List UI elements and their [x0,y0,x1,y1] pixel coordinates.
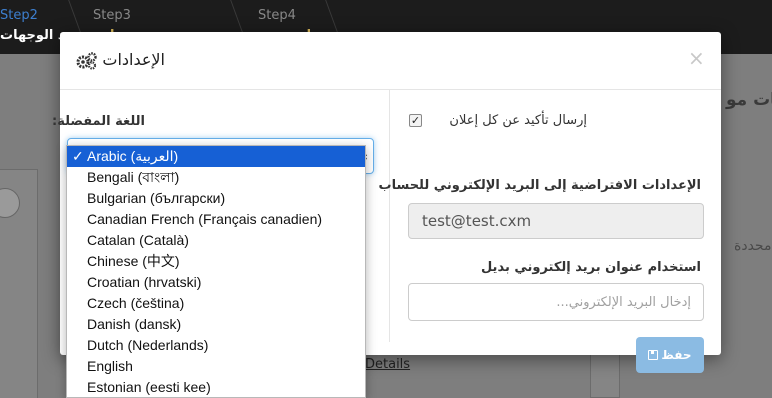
language-option-estonian[interactable]: Estonian (eesti kee) [67,377,365,397]
save-icon [648,350,659,360]
default-email-label: الإعدادات الافتراضية إلى البريد الإلكترو… [378,178,701,193]
option-label: Arabic (العربية) [87,148,179,164]
language-dropdown-list: ✓ Arabic (العربية) Bengali (বাংলা) Bulgar… [66,145,366,398]
save-button[interactable]: حفظ [636,337,704,373]
alt-email-label: استخدام عنوان بريد إلكتروني بديل [480,260,701,275]
language-option-bulgarian[interactable]: Bulgarian (български) [67,188,365,209]
modal-title: الإعدادات [102,50,165,69]
language-option-english[interactable]: English [67,356,365,377]
language-option-chinese[interactable]: Chinese (中文) [67,251,365,272]
close-button[interactable]: × [688,48,705,68]
email-settings-column: ✓ إرسال تأكيد عن كل إعلان الإعدادات الاف… [379,90,721,373]
language-option-arabic[interactable]: ✓ Arabic (العربية) [67,146,365,167]
language-option-croatian[interactable]: Croatian (hrvatski) [67,272,365,293]
step-4[interactable]: Step4 [258,8,296,23]
background-details-link: Details [365,357,411,372]
language-option-czech[interactable]: Czech (čeština) [67,293,365,314]
language-label: :اللغة المفضلة [51,114,145,129]
gears-icon [76,52,97,70]
language-option-dutch[interactable]: Dutch (Nederlands) [67,335,365,356]
language-option-danish[interactable]: Danish (dansk) [67,314,365,335]
language-option-bengali[interactable]: Bengali (বাংলা) [67,167,365,188]
confirm-label: إرسال تأكيد عن كل إعلان [449,113,587,128]
check-icon: ✓ [72,148,84,164]
step-3[interactable]: Step3 [93,8,131,23]
alt-email-input[interactable] [408,283,704,321]
default-email-field: test@test.cxm [408,203,704,239]
confirm-row[interactable]: ✓ إرسال تأكيد عن كل إعلان [409,113,587,131]
step-2[interactable]: Step2 [0,8,38,23]
background-section-subtitle: محددة [734,238,772,254]
language-option-catalan[interactable]: Catalan (Català) [67,230,365,251]
save-label: حفظ [661,348,692,362]
background-section-title: اعات مو [726,90,772,110]
confirm-checkbox[interactable]: ✓ [409,114,422,127]
language-option-canadian-french[interactable]: Canadian French (Français canadien) [67,209,365,230]
modal-header: الإعدادات × [60,32,721,90]
